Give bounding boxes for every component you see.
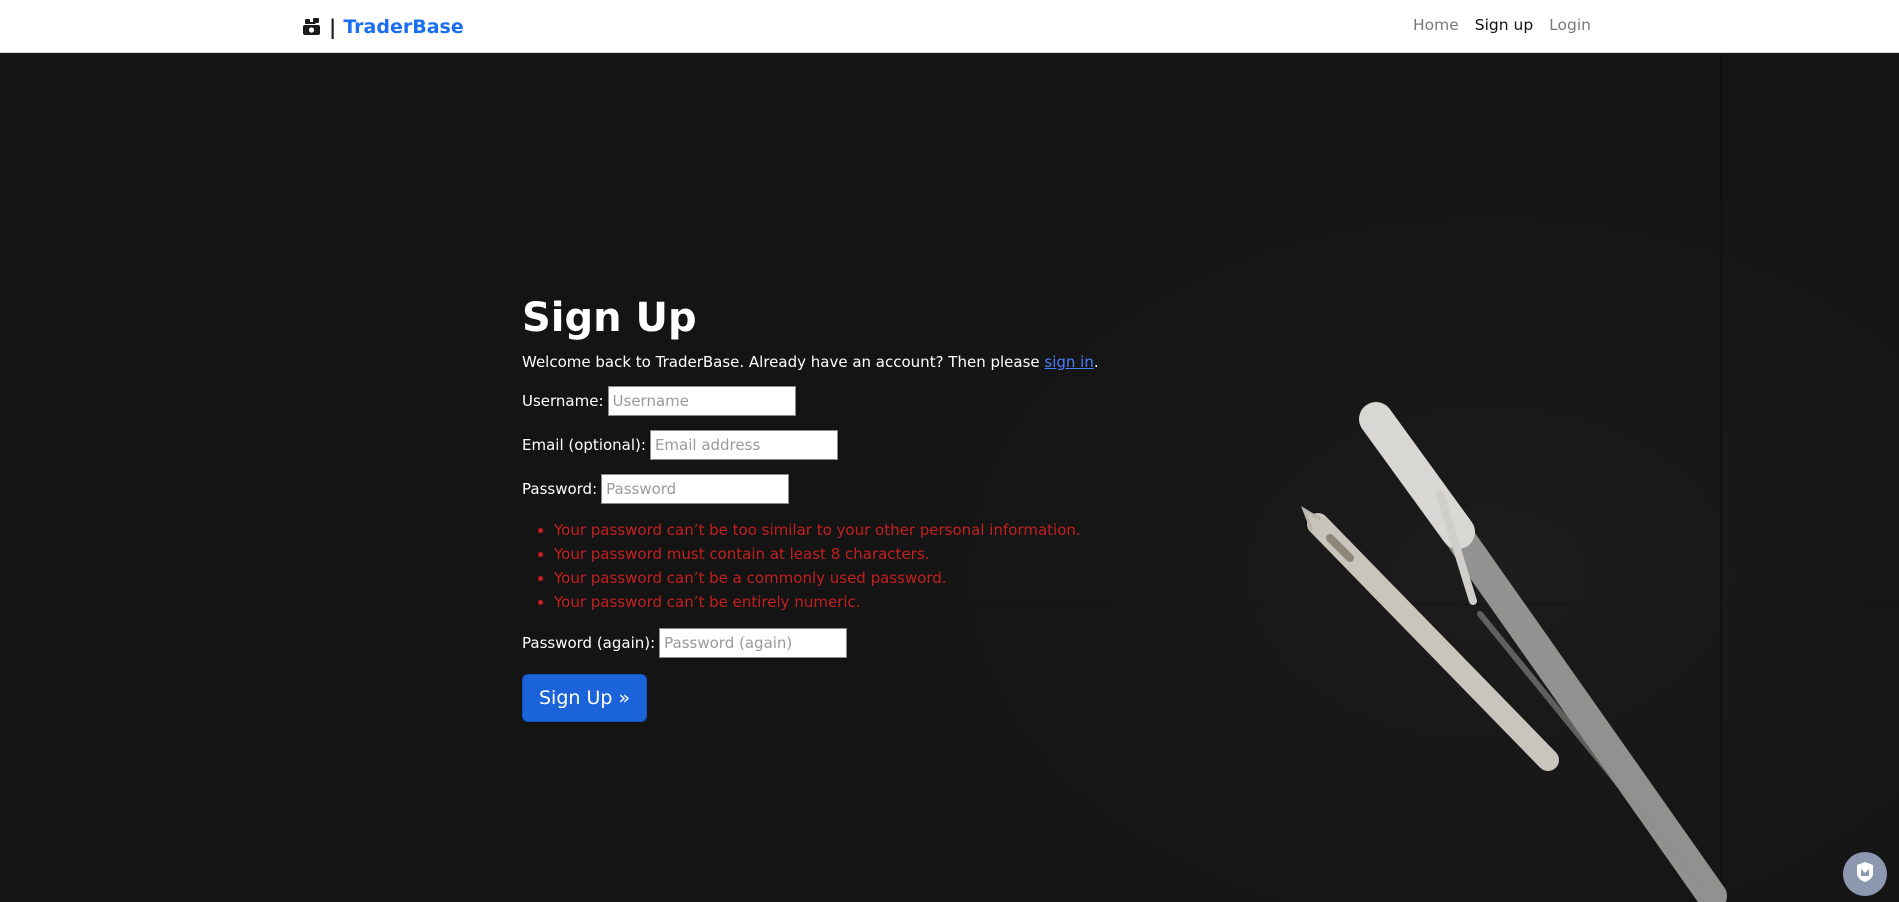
security-widget-button[interactable] bbox=[1843, 852, 1887, 896]
username-label: Username: bbox=[522, 392, 604, 410]
nav-links: Home Sign up Login bbox=[1413, 16, 1591, 34]
signup-form-section: Sign Up Welcome back to TraderBase. Alre… bbox=[522, 290, 1099, 722]
email-input[interactable] bbox=[649, 430, 838, 460]
password-help-list: Your password can’t be too similar to yo… bbox=[522, 518, 1099, 614]
password-again-input[interactable] bbox=[659, 628, 848, 658]
username-input[interactable] bbox=[607, 386, 796, 416]
password-help-item: Your password can’t be too similar to yo… bbox=[554, 518, 1099, 542]
password-again-label: Password (again): bbox=[522, 634, 656, 652]
shield-icon bbox=[1854, 861, 1876, 887]
password-label: Password: bbox=[522, 480, 598, 498]
username-field-row: Username: bbox=[522, 386, 1099, 416]
intro-end: . bbox=[1093, 353, 1099, 371]
intro-message: Welcome back to TraderBase. Already have… bbox=[522, 353, 1045, 371]
password-help-item: Your password must contain at least 8 ch… bbox=[554, 542, 1099, 566]
password-help-item: Your password can’t be entirely numeric. bbox=[554, 590, 1099, 614]
password-help-item: Your password can’t be a commonly used p… bbox=[554, 566, 1099, 590]
sign-in-link[interactable]: sign in bbox=[1044, 353, 1093, 371]
page-title: Sign Up bbox=[522, 295, 697, 341]
pen-graphic bbox=[1359, 402, 1727, 902]
hero-background: Sign Up Welcome back to TraderBase. Alre… bbox=[0, 54, 1899, 902]
nav-link-login[interactable]: Login bbox=[1549, 16, 1591, 34]
nav-link-sign-up[interactable]: Sign up bbox=[1475, 16, 1533, 34]
intro-text: Welcome back to TraderBase. Already have… bbox=[522, 352, 1099, 372]
nav-link-home[interactable]: Home bbox=[1413, 16, 1459, 34]
password-field-row: Password: bbox=[522, 474, 1099, 504]
brand-separator: | bbox=[329, 15, 337, 39]
password-again-field-row: Password (again): bbox=[522, 628, 1099, 658]
brand[interactable]: | TraderBase bbox=[302, 14, 464, 40]
password-input[interactable] bbox=[601, 474, 790, 504]
brand-name[interactable]: TraderBase bbox=[343, 16, 463, 38]
email-label: Email (optional): bbox=[522, 436, 646, 454]
navbar: | TraderBase Home Sign up Login bbox=[0, 0, 1899, 53]
email-field-row: Email (optional): bbox=[522, 430, 1099, 460]
sign-up-button[interactable]: Sign Up » bbox=[522, 674, 648, 722]
money-icon bbox=[302, 17, 322, 37]
